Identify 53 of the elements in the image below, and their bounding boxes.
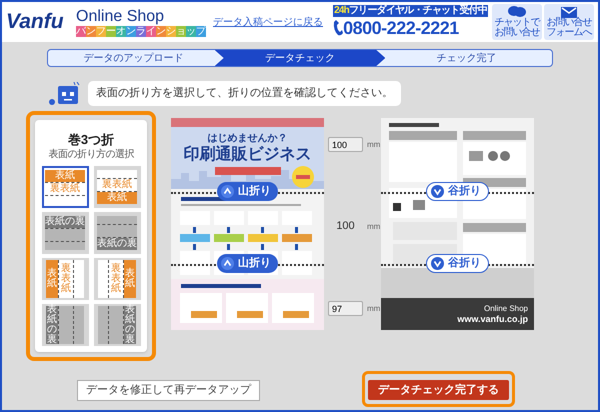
chevron-up-icon <box>221 185 234 198</box>
flyer-heading: はじめませんか？ <box>208 133 288 145</box>
phone-number: 0800-222-2221 <box>343 17 459 39</box>
shop-subtitle: バンフーオンラインショップ <box>76 26 206 36</box>
robot-icon <box>48 82 80 106</box>
shop-name: Online Shop <box>76 8 166 26</box>
fold-label: 表紙 <box>47 269 57 289</box>
fold-label: 裏表紙 <box>61 264 71 294</box>
fold-label: 表紙 <box>107 193 127 203</box>
phone-icon <box>333 20 344 36</box>
footer-brand: Online Shop <box>484 304 528 313</box>
fold-label: 表紙の裏 <box>125 305 135 345</box>
fold-marker: 谷折り <box>426 182 489 201</box>
unit-label: mm <box>367 138 380 150</box>
unit-label: mm <box>367 302 380 314</box>
step-label: データチェック <box>214 50 386 66</box>
fold-label: 表紙の裏 <box>45 217 85 227</box>
fold-label: 裏表紙 <box>50 184 80 194</box>
footer-url: www.vanfu.co.jp <box>457 314 528 324</box>
chevron-up-icon <box>221 257 234 270</box>
dimension-input[interactable]: 97 <box>328 301 363 316</box>
step-label: チェック完了 <box>436 52 498 66</box>
fold-marker: 谷折り <box>426 254 489 273</box>
fold-option[interactable]: 表紙の裏 <box>42 304 88 346</box>
flyer-title: 印刷通販ビジネス <box>184 145 312 164</box>
fold-label: 表紙の裏 <box>97 239 137 249</box>
fold-label: 表紙 <box>125 269 135 289</box>
envelope-icon <box>561 6 577 18</box>
reupload-button[interactable]: データを修正して再データアップ <box>77 380 260 401</box>
step-label: データのアップロード <box>82 52 184 66</box>
hotline-badge: 24hフリーダイヤル・チャット受付中 <box>333 5 488 17</box>
fold-option[interactable]: 表紙の裏 <box>94 212 140 254</box>
dimension-input[interactable]: 100 <box>328 137 363 152</box>
panel-subtitle: 表面の折り方の選択 <box>48 148 134 161</box>
fold-label: 裏表紙 <box>111 264 121 294</box>
fold-marker: 山折り <box>217 182 278 201</box>
unit-label: mm <box>367 220 380 232</box>
back-link[interactable]: データ入稿ページに戻る <box>213 14 323 30</box>
dimension-value: 100 <box>335 219 356 234</box>
fold-label: 表紙 <box>55 171 75 181</box>
fold-marker: 山折り <box>217 254 278 273</box>
contact-button[interactable]: チャットで お問い合せ <box>492 4 542 40</box>
message-bubble: 表面の折り方を選択して、折りの位置を確認してください。 <box>88 81 401 106</box>
fold-option[interactable]: 表紙の裏 <box>42 212 88 254</box>
fold-label: 裏表紙 <box>102 180 132 190</box>
chevron-down-icon <box>431 257 444 270</box>
chat-bubbles-icon <box>508 6 526 18</box>
fold-label: 表紙の裏 <box>47 305 57 345</box>
fold-option[interactable]: 表紙の裏 <box>94 304 140 346</box>
complete-button[interactable]: データチェック完了する <box>368 380 509 400</box>
panel-title: 巻3つ折 <box>68 132 114 148</box>
chevron-down-icon <box>431 185 444 198</box>
logo[interactable]: Vanfu <box>6 9 72 35</box>
